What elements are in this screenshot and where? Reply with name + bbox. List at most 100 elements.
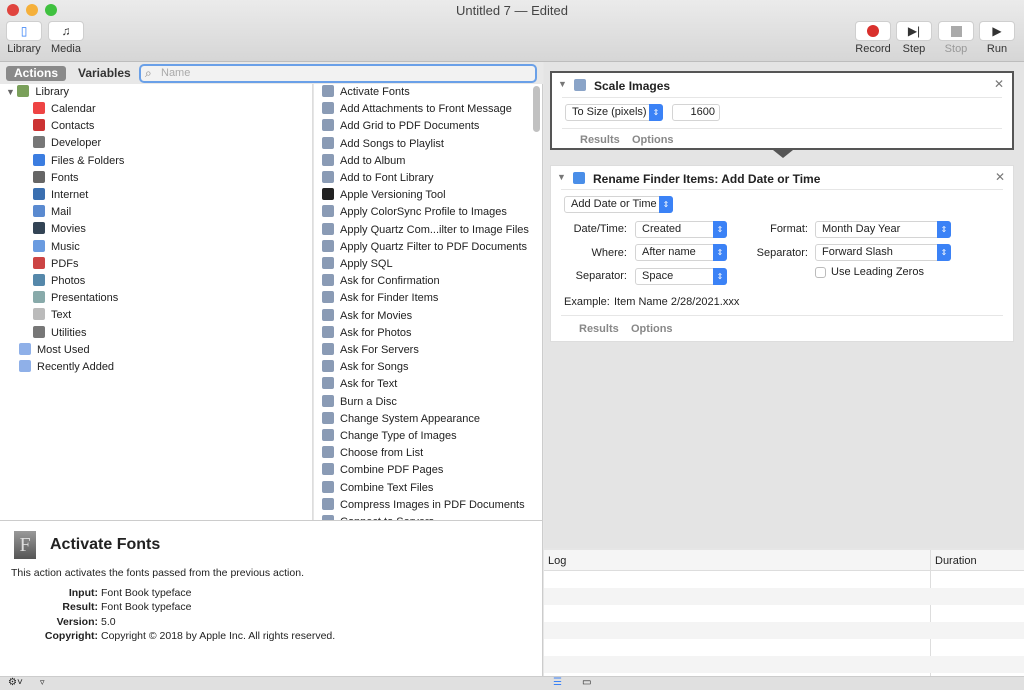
action-item[interactable]: Ask for Photos — [322, 325, 412, 342]
library-item[interactable]: Music — [33, 239, 80, 256]
duration-column-header[interactable]: Duration — [935, 555, 977, 567]
record-icon — [855, 21, 891, 41]
action-item[interactable]: Choose from List — [322, 445, 423, 462]
format-select[interactable]: Month Day Year ⇕ — [815, 221, 951, 238]
stop-button[interactable]: Stop — [938, 21, 974, 55]
where-select[interactable]: After name ⇕ — [635, 244, 727, 261]
disclosure-triangle-icon[interactable]: ▼ — [558, 79, 567, 89]
close-icon[interactable]: ✕ — [995, 170, 1005, 184]
record-button[interactable]: Record — [855, 21, 891, 55]
tab-variables[interactable]: Variables — [70, 66, 139, 81]
library-smart-folder[interactable]: Most Used — [19, 342, 90, 359]
category-icon — [33, 239, 45, 252]
options-tab[interactable]: Options — [632, 134, 674, 146]
results-tab[interactable]: Results — [579, 323, 619, 335]
action-item[interactable]: Combine PDF Pages — [322, 462, 443, 479]
step-button[interactable]: ▶| Step — [896, 21, 932, 55]
library-item[interactable]: Mail — [33, 204, 71, 221]
meta-value: 5.0 — [101, 615, 116, 628]
action-item[interactable]: Add to Font Library — [322, 170, 434, 187]
category-icon — [33, 170, 45, 183]
action-item[interactable]: Add Attachments to Front Message — [322, 101, 512, 118]
library-item[interactable]: Developer — [33, 135, 101, 152]
action-icon — [322, 274, 334, 287]
action-icon — [322, 171, 334, 183]
separator2-select[interactable]: Forward Slash ⇕ — [815, 244, 951, 261]
action-item[interactable]: Ask for Finder Items — [322, 290, 438, 307]
library-item[interactable]: Fonts — [33, 170, 79, 187]
action-item[interactable]: Change System Appearance — [322, 411, 480, 428]
actions-scrollbar[interactable] — [533, 86, 540, 132]
window-title: Untitled 7 — Edited — [455, 3, 568, 18]
action-item[interactable]: Apply Quartz Com...ilter to Image Files — [322, 222, 529, 239]
action-item[interactable]: Ask for Text — [322, 376, 397, 393]
library-item[interactable]: Presentations — [33, 290, 118, 307]
library-item[interactable]: Contacts — [33, 118, 94, 135]
run-button[interactable]: ▶ Run — [979, 21, 1015, 55]
disclosure-triangle-icon: ▼ — [6, 87, 18, 97]
variables-view-icon[interactable]: ▭ — [582, 677, 591, 688]
library-item[interactable]: Internet — [33, 187, 88, 204]
action-item[interactable]: Compress Images in PDF Documents — [322, 497, 525, 514]
action-item[interactable]: Burn a Disc — [322, 394, 397, 411]
library-smart-folder[interactable]: Recently Added — [19, 359, 114, 376]
tab-actions[interactable]: Actions — [6, 66, 67, 81]
action-icon — [322, 205, 334, 218]
action-item[interactable]: Ask for Movies — [322, 308, 412, 325]
meta-label: Copyright: — [44, 629, 98, 642]
category-icon — [33, 205, 45, 218]
gear-menu-icon[interactable]: ⚙︎˅ — [8, 677, 23, 688]
options-tab[interactable]: Options — [631, 323, 673, 335]
action-rename-finder-items[interactable]: ▼ Rename Finder Items: Add Date or Time … — [550, 165, 1014, 342]
action-item[interactable]: Ask for Confirmation — [322, 273, 440, 290]
library-tab-bar: Actions Variables Name ⌕ — [0, 62, 543, 84]
action-icon — [322, 446, 334, 459]
toggle-description-icon[interactable]: ▿ — [40, 677, 45, 688]
leading-zeros-checkbox[interactable] — [815, 267, 826, 278]
library-button[interactable]: ▯ Library — [6, 21, 42, 55]
actions-list: Activate Fonts Add Attachments to Front M… — [314, 84, 543, 520]
library-item[interactable]: Text — [33, 307, 71, 324]
search-input[interactable]: Name — [139, 64, 537, 83]
action-icon — [322, 480, 334, 493]
title-bar: Untitled 7 — Edited ▯ Library ♫ Media Reco… — [0, 0, 1024, 62]
action-item[interactable]: Ask for Songs — [322, 359, 408, 376]
library-root[interactable]: ▼ Library — [6, 84, 69, 101]
log-column-header[interactable]: Log — [548, 555, 566, 567]
library-item[interactable]: Utilities — [33, 325, 86, 342]
workflow-area: ▼ Scale Images ✕ To Size (pixels) ⇕ 1600 … — [544, 62, 1024, 548]
close-icon[interactable]: ✕ — [994, 77, 1004, 91]
media-button[interactable]: ♫ Media — [48, 21, 84, 55]
action-item[interactable]: Apply SQL — [322, 256, 393, 273]
action-item[interactable]: Add Songs to Playlist — [322, 136, 444, 153]
results-tab[interactable]: Results — [580, 134, 620, 146]
action-item[interactable]: Ask For Servers — [322, 342, 419, 359]
datetime-select[interactable]: Created ⇕ — [635, 221, 727, 238]
disclosure-triangle-icon[interactable]: ▼ — [557, 172, 566, 182]
action-scale-images[interactable]: ▼ Scale Images ✕ To Size (pixels) ⇕ 1600 … — [550, 71, 1014, 150]
action-icon — [322, 360, 334, 373]
library-item[interactable]: PDFs — [33, 256, 79, 273]
action-item[interactable]: Apple Versioning Tool — [322, 187, 446, 204]
log-view-icon[interactable]: ☰ — [553, 677, 562, 688]
library-item[interactable]: Movies — [33, 221, 86, 238]
action-item[interactable]: Apply Quartz Filter to PDF Documents — [322, 239, 527, 256]
folder-icon — [19, 343, 31, 355]
action-item[interactable]: Add to Album — [322, 153, 405, 170]
category-icon — [33, 291, 45, 304]
font-book-icon: F — [14, 531, 36, 559]
action-item[interactable]: Change Type of Images — [322, 428, 457, 445]
action-item[interactable]: Combine Text Files — [322, 480, 433, 497]
size-input[interactable]: 1600 — [672, 104, 720, 121]
scale-mode-select[interactable]: To Size (pixels) ⇕ — [565, 104, 663, 121]
library-item[interactable]: Files & Folders — [33, 153, 124, 170]
action-item[interactable]: Activate Fonts — [322, 84, 410, 101]
category-icon — [33, 222, 45, 235]
separator-select[interactable]: Space ⇕ — [635, 268, 727, 285]
action-item[interactable]: Apply ColorSync Profile to Images — [322, 204, 507, 221]
library-item[interactable]: Calendar — [33, 101, 96, 118]
library-icon — [17, 85, 30, 97]
action-item[interactable]: Add Grid to PDF Documents — [322, 118, 479, 135]
library-item[interactable]: Photos — [33, 273, 85, 290]
rename-mode-select[interactable]: Add Date or Time ⇕ — [564, 196, 673, 213]
